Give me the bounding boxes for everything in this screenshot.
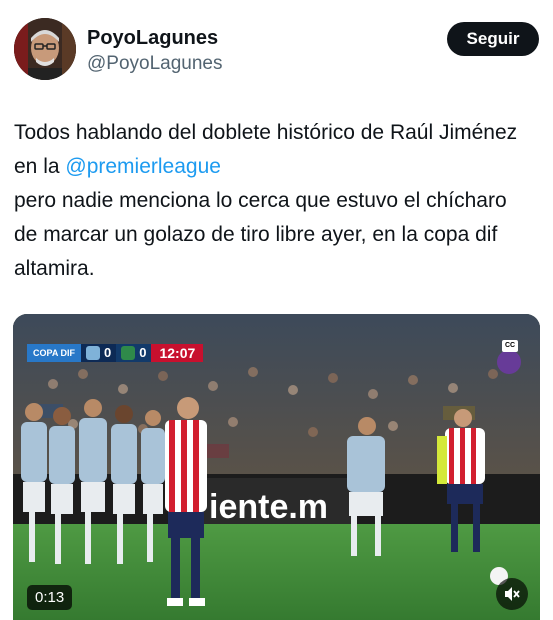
scorebug: COPA DIF 0 0 12:07: [27, 344, 204, 362]
scorebug-league: COPA DIF: [27, 344, 81, 362]
muted-speaker-icon: [505, 587, 520, 601]
mute-button[interactable]: [496, 578, 528, 610]
follow-button[interactable]: Seguir: [447, 22, 539, 56]
tweet-text: Todos hablando del doblete histórico de …: [14, 116, 534, 286]
away-crest-icon: [121, 346, 136, 360]
closed-captions-icon[interactable]: CC: [502, 340, 518, 352]
video-duration: 0:13: [27, 585, 73, 610]
mention-link[interactable]: @premierleague: [65, 155, 221, 178]
ad-board-text: iente.m: [209, 488, 328, 526]
home-score: 0: [104, 345, 112, 360]
away-score: 0: [139, 345, 147, 360]
scorebug-home: 0: [81, 344, 117, 362]
tweet-text-part-2: pero nadie menciona lo cerca que estuvo …: [14, 189, 507, 280]
home-crest-icon: [86, 346, 100, 360]
tweet-header: PoyoLagunes @PoyoLagunes Seguir: [14, 18, 539, 84]
avatar-image: [14, 18, 76, 80]
video-player[interactable]: iente.m COPA DIF 0 0 12:07 CC 0:13: [13, 314, 540, 620]
user-handle[interactable]: @PoyoLagunes: [87, 52, 223, 76]
avatar[interactable]: [14, 18, 76, 80]
scorebug-away: 0: [116, 344, 152, 362]
display-name[interactable]: PoyoLagunes: [87, 26, 223, 50]
match-clock: 12:07: [151, 344, 204, 362]
